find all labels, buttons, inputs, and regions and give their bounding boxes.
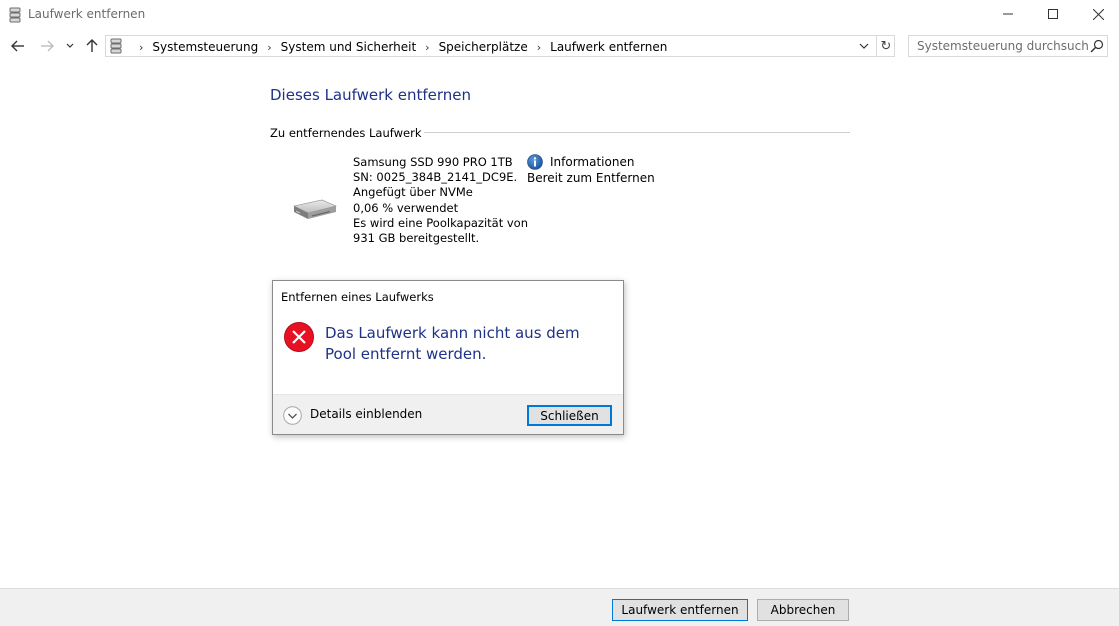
- search-box[interactable]: [908, 35, 1108, 57]
- group-label: Zu entfernendes Laufwerk: [270, 126, 425, 140]
- breadcrumb-item-system-sicherheit[interactable]: System und Sicherheit: [281, 40, 417, 54]
- removal-status: Bereit zum Entfernen: [527, 171, 655, 185]
- refresh-icon: ↻: [880, 38, 892, 54]
- chevron-down-icon: [859, 43, 869, 49]
- breadcrumb: › Systemsteuerung › System und Sicherhei…: [130, 39, 667, 55]
- storage-spaces-icon: [9, 7, 21, 23]
- address-bar[interactable]: › Systemsteuerung › System und Sicherhei…: [105, 35, 895, 57]
- minimize-icon: [1003, 13, 1013, 15]
- storage-spaces-icon: [110, 38, 122, 54]
- dialog-title: Entfernen eines Laufwerks: [281, 290, 434, 304]
- drive-capacity-line2: 931 GB bereitgestellt.: [353, 230, 480, 245]
- breadcrumb-item-laufwerk-entfernen[interactable]: Laufwerk entfernen: [550, 40, 667, 54]
- navigation-bar: › Systemsteuerung › System und Sicherhei…: [0, 34, 1119, 58]
- arrow-left-icon: [11, 40, 24, 52]
- error-icon: [284, 322, 314, 352]
- drive-serial: SN: 0025_384B_2141_DC9E.: [353, 170, 518, 185]
- hard-drive-icon: [293, 199, 337, 219]
- details-toggle-label[interactable]: Details einblenden: [310, 407, 422, 421]
- recent-locations-button[interactable]: [62, 36, 78, 56]
- drive-connection: Angefügt über NVMe: [353, 185, 473, 200]
- window-title: Laufwerk entfernen: [28, 7, 146, 21]
- back-button[interactable]: [8, 36, 28, 56]
- drive-details: Samsung SSD 990 PRO 1TB SN: 0025_384B_21…: [353, 155, 528, 246]
- chevron-right-icon[interactable]: ›: [425, 41, 429, 54]
- title-bar: Laufwerk entfernen: [0, 0, 1119, 30]
- up-button[interactable]: [82, 36, 102, 56]
- search-input[interactable]: [909, 36, 1089, 56]
- drive-capacity-line1: Es wird eine Poolkapazität von: [353, 215, 529, 230]
- refresh-button[interactable]: ↻: [876, 36, 895, 56]
- close-dialog-button[interactable]: Schließen: [527, 405, 612, 426]
- close-icon: [1092, 8, 1104, 20]
- info-icon: [527, 154, 543, 170]
- forward-button[interactable]: [37, 36, 57, 56]
- arrow-right-icon: [41, 40, 54, 52]
- dialog-footer: Details einblenden Schließen: [273, 394, 623, 434]
- error-dialog: Entfernen eines Laufwerks Das Laufwerk k…: [272, 280, 624, 435]
- cancel-button[interactable]: Abbrechen: [757, 599, 849, 621]
- maximize-icon: [1048, 9, 1058, 19]
- minimize-button[interactable]: [985, 0, 1031, 28]
- breadcrumb-item-speicherplaetze[interactable]: Speicherplätze: [439, 40, 528, 54]
- chevron-right-icon[interactable]: ›: [267, 41, 271, 54]
- drive-usage: 0,06 % verwendet: [353, 200, 459, 215]
- search-icon[interactable]: [1090, 39, 1104, 53]
- error-message: Das Laufwerk kann nicht aus dem Pool ent…: [325, 324, 580, 363]
- page-title: Dieses Laufwerk entfernen: [270, 86, 472, 104]
- bottom-action-bar: Laufwerk entfernen Abbrechen: [0, 588, 1119, 626]
- drive-model: Samsung SSD 990 PRO 1TB: [353, 155, 513, 169]
- breadcrumb-item-systemsteuerung[interactable]: Systemsteuerung: [152, 40, 258, 54]
- remove-drive-button[interactable]: Laufwerk entfernen: [612, 599, 748, 621]
- maximize-button[interactable]: [1030, 0, 1076, 28]
- chevron-right-icon[interactable]: ›: [139, 41, 143, 54]
- address-dropdown-button[interactable]: [856, 38, 872, 54]
- chevron-right-icon[interactable]: ›: [537, 41, 541, 54]
- close-window-button[interactable]: [1075, 0, 1119, 28]
- info-title: Informationen: [550, 155, 635, 169]
- chevron-down-icon: [66, 43, 74, 48]
- expand-details-icon[interactable]: [283, 406, 302, 425]
- arrow-up-icon: [86, 39, 98, 52]
